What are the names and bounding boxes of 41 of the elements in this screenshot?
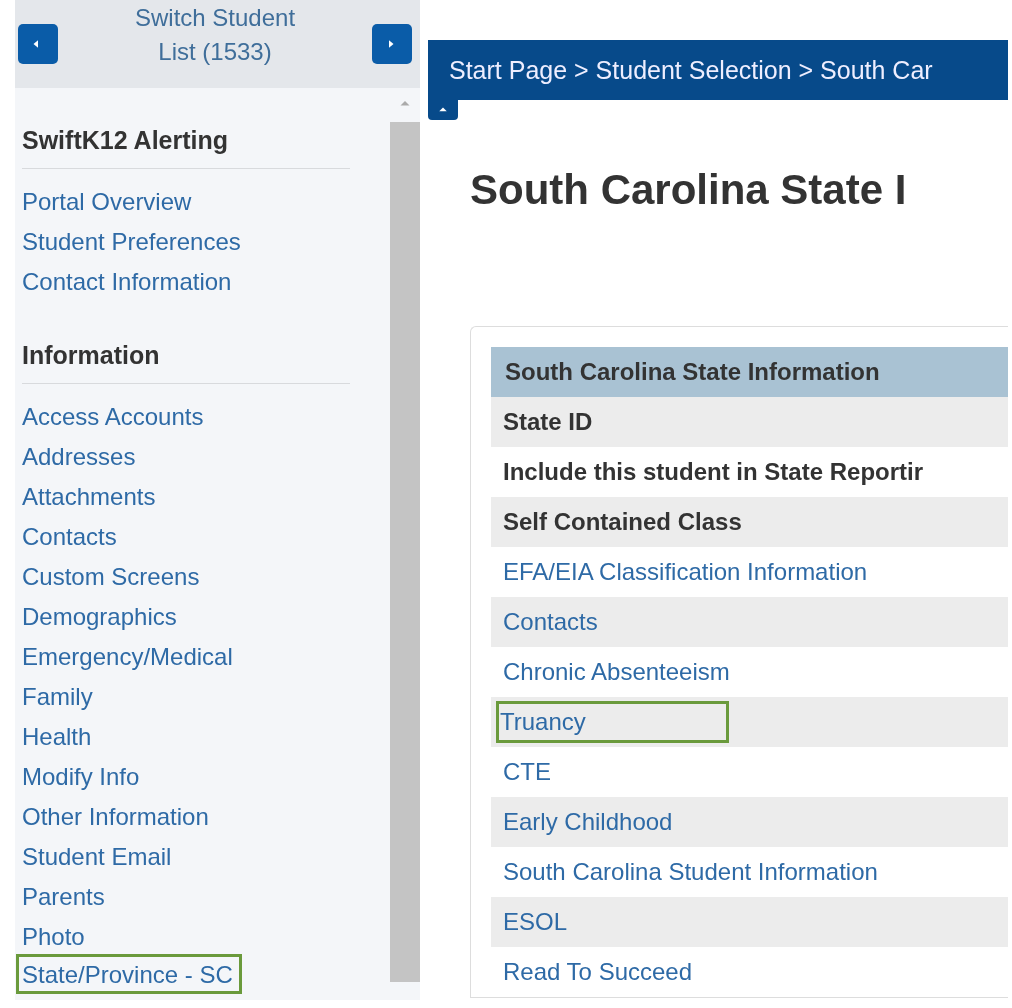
sidebar-link[interactable]: Parents [16,874,108,914]
sidebar-link[interactable]: Student Email [16,834,175,874]
sidebar-link[interactable]: Health [16,714,95,754]
sidebar-link[interactable]: Attachments [16,474,159,514]
sidebar-link[interactable]: Access Accounts [16,394,207,434]
sidebar-link[interactable]: Family [16,674,96,714]
sidebar-link[interactable]: Demographics [16,594,180,634]
table-link[interactable]: Chronic Absenteeism [499,658,730,686]
table-link[interactable]: CTE [499,758,551,786]
sidebar-link[interactable]: Modify Info [16,754,143,794]
previous-button[interactable] [18,24,58,64]
sidebar-link[interactable]: Other Information [16,794,212,834]
sidebar-link[interactable]: Portal Overview [16,179,195,219]
table-label: Self Contained Class [502,508,742,536]
table-link[interactable]: Contacts [499,608,598,636]
table-link[interactable]: EFA/EIA Classification Information [499,558,868,586]
sidebar-link[interactable]: Custom Screens [16,554,203,594]
table-link[interactable]: Read To Succeed [499,958,693,986]
section-heading: SwiftK12 Alerting [22,110,350,169]
breadcrumb: Start Page > Student Selection > South Car [428,40,1008,100]
table-link[interactable]: South Carolina Student Information [499,858,878,886]
sidebar-link[interactable]: Photo [16,914,88,954]
table-link[interactable]: Truancy [496,701,729,743]
next-button[interactable] [372,24,412,64]
table-link[interactable]: Early Childhood [499,808,673,836]
table-header: South Carolina State Information [491,347,1008,397]
sidebar-link[interactable]: Emergency/Medical [16,634,236,674]
table-label: State ID [502,408,593,436]
collapse-arrow-icon [438,106,448,114]
collapse-tab[interactable] [428,100,458,120]
sidebar-link[interactable]: Contacts [16,514,120,554]
page-title: South Carolina State I [470,166,908,214]
sidebar-link[interactable]: Addresses [16,434,139,474]
table-label: Include this student in State Reportir [502,458,924,486]
section-heading: Information [22,325,350,384]
table-link[interactable]: ESOL [499,908,568,936]
sidebar-link[interactable]: Student Preferences [16,219,244,259]
switch-student-label: Switch Student List (1533) [133,3,297,67]
sidebar-link[interactable]: Contact Information [16,259,235,299]
scrollbar-thumb[interactable] [390,122,420,982]
sidebar-link[interactable]: State/Province - SC [16,954,242,994]
